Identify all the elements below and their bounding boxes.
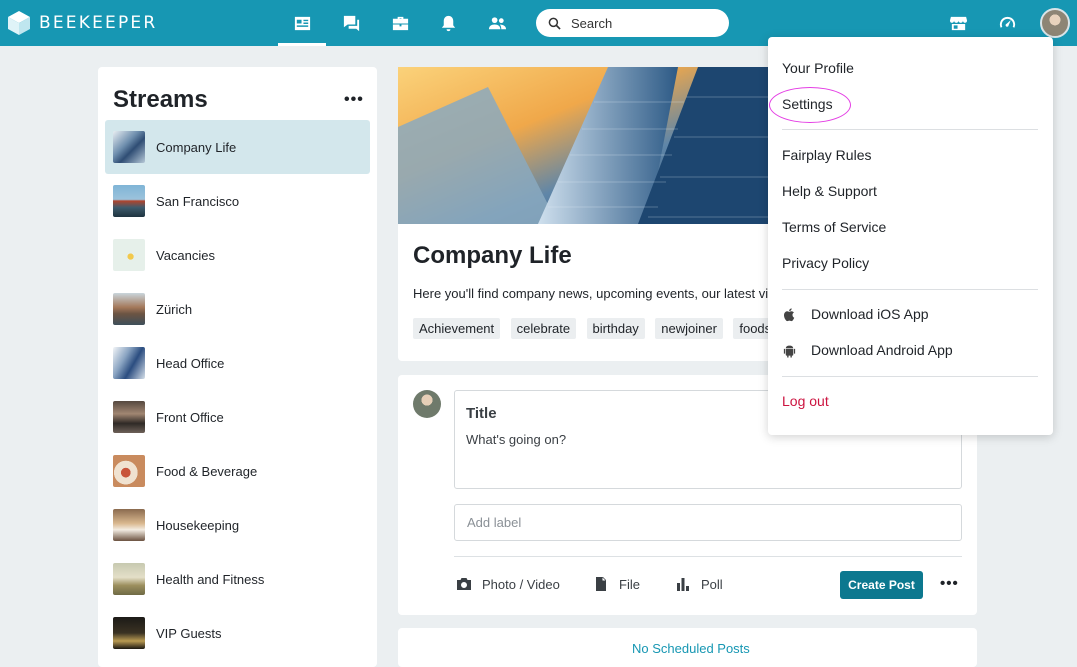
menu-item-fairplay-rules[interactable]: Fairplay Rules	[782, 147, 871, 163]
stream-label: Vacancies	[156, 247, 216, 263]
apple-icon	[784, 307, 795, 321]
stream-thumbnail	[113, 347, 145, 379]
stream-cover-image	[398, 67, 778, 224]
menu-divider	[782, 376, 1038, 377]
stream-label: Zürich	[156, 301, 193, 317]
file-label: File	[619, 576, 640, 592]
search-icon	[548, 17, 561, 30]
photo-video-label: Photo / Video	[482, 576, 560, 592]
stream-thumbnail	[113, 293, 145, 325]
stream-item-vacancies[interactable]: Vacancies	[105, 228, 370, 282]
stream-item-zurich[interactable]: Zürich	[105, 282, 370, 336]
stream-thumbnail	[113, 401, 145, 433]
divider	[454, 556, 962, 557]
file-button[interactable]: File	[593, 576, 640, 592]
post-body-placeholder: What's going on?	[466, 432, 567, 447]
stream-label: Housekeeping	[156, 517, 240, 533]
streams-title: Streams	[113, 86, 208, 113]
search-input[interactable]	[571, 15, 721, 31]
logo-text: BEEKEEPER	[39, 13, 158, 33]
menu-item-terms-of-service[interactable]: Terms of Service	[782, 219, 886, 235]
menu-item-privacy-policy[interactable]: Privacy Policy	[782, 255, 869, 271]
tag[interactable]: newjoiner	[655, 318, 723, 339]
stream-label: Front Office	[156, 409, 224, 425]
streams-panel: Streams ••• Company Life San Francisco V…	[98, 67, 377, 667]
tag-list: Achievement celebrate birthday newjoiner…	[413, 318, 771, 340]
stream-label: Health and Fitness	[156, 571, 265, 587]
user-avatar[interactable]	[1040, 8, 1070, 38]
logo[interactable]: BEEKEEPER	[8, 11, 157, 35]
photo-video-button[interactable]: Photo / Video	[456, 576, 560, 592]
notifications-icon[interactable]	[424, 0, 472, 46]
create-post-button[interactable]: Create Post	[840, 571, 923, 599]
stream-label: San Francisco	[156, 193, 240, 209]
android-icon	[783, 343, 796, 358]
camera-icon	[457, 578, 471, 590]
scheduled-posts-link[interactable]: No Scheduled Posts	[632, 641, 750, 656]
menu-item-help-support[interactable]: Help & Support	[782, 183, 877, 199]
stream-title: Company Life	[413, 242, 572, 269]
tag[interactable]: Achievement	[413, 318, 501, 339]
stream-label: Food & Beverage	[156, 463, 258, 479]
stream-item-company-life[interactable]: Company Life	[105, 120, 370, 174]
stream-thumbnail	[113, 455, 145, 487]
stream-description: Here you'll find company news, upcoming …	[413, 286, 771, 301]
search-bar[interactable]	[536, 9, 729, 37]
add-label-input[interactable]	[454, 504, 962, 541]
stream-thumbnail	[113, 131, 145, 163]
stream-item-housekeeping[interactable]: Housekeeping	[105, 498, 370, 552]
menu-item-your-profile[interactable]: Your Profile	[782, 60, 854, 76]
download-android-label: Download Android App	[811, 342, 953, 358]
stream-item-san-francisco[interactable]: San Francisco	[105, 174, 370, 228]
news-feed-icon[interactable]	[278, 0, 326, 46]
menu-divider	[782, 129, 1038, 130]
stream-thumbnail	[113, 617, 145, 649]
tag[interactable]: birthday	[586, 318, 645, 339]
file-icon	[596, 577, 606, 591]
stream-thumbnail	[113, 239, 145, 271]
tools-icon[interactable]	[376, 0, 424, 46]
menu-item-download-ios[interactable]: Download iOS App	[782, 306, 929, 322]
stream-item-food-beverage[interactable]: Food & Beverage	[105, 444, 370, 498]
stream-label: Company Life	[156, 139, 237, 155]
stream-item-vip-guests[interactable]: VIP Guests	[105, 606, 370, 660]
poll-label: Poll	[701, 576, 723, 592]
menu-item-download-android[interactable]: Download Android App	[782, 342, 953, 358]
poll-button[interactable]: Poll	[675, 576, 723, 592]
menu-divider	[782, 289, 1038, 290]
poll-icon	[677, 578, 689, 591]
composer-avatar	[413, 390, 441, 418]
chat-icon[interactable]	[327, 0, 375, 46]
beekeeper-logo-icon	[8, 11, 30, 35]
stream-item-head-office[interactable]: Head Office	[105, 336, 370, 390]
stream-thumbnail	[113, 563, 145, 595]
download-ios-label: Download iOS App	[811, 306, 929, 322]
settings-highlight-annotation	[769, 87, 851, 123]
post-title-placeholder: Title	[466, 405, 497, 422]
composer-more-button[interactable]: •••	[940, 575, 959, 592]
menu-item-log-out[interactable]: Log out	[782, 393, 829, 409]
streams-more-button[interactable]: •••	[344, 91, 364, 109]
stream-label: Head Office	[156, 355, 225, 371]
stream-item-health-fitness[interactable]: Health and Fitness	[105, 552, 370, 606]
stream-thumbnail	[113, 509, 145, 541]
tag[interactable]: celebrate	[510, 318, 577, 339]
stream-item-front-office[interactable]: Front Office	[105, 390, 370, 444]
stream-thumbnail	[113, 185, 145, 217]
people-icon[interactable]	[473, 0, 521, 46]
tag[interactable]: foodsa	[733, 318, 771, 339]
stream-label: VIP Guests	[156, 625, 222, 641]
